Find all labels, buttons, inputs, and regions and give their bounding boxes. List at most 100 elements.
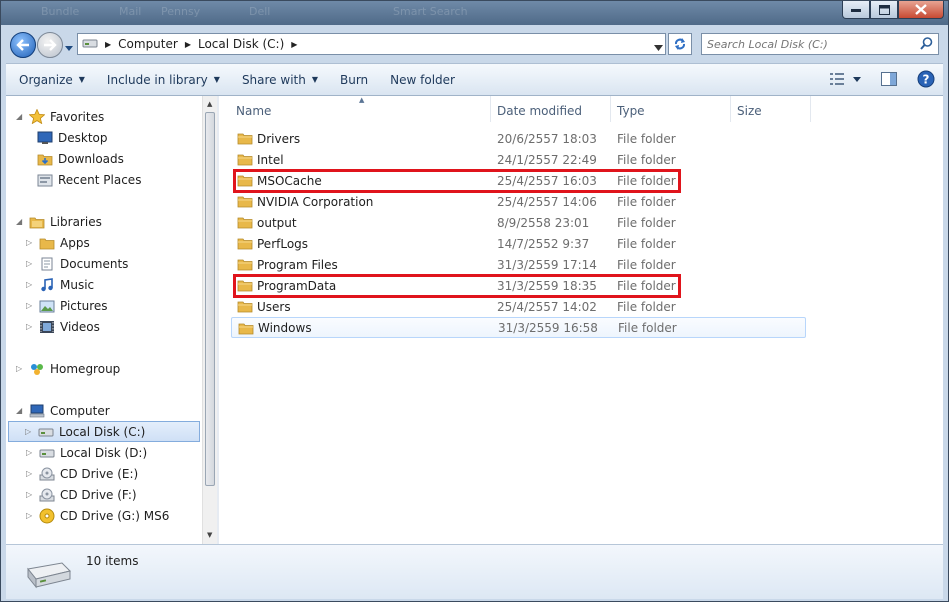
file-row[interactable]: Drivers 20/6/2557 18:03 File folder bbox=[231, 128, 806, 149]
file-type: File folder bbox=[617, 194, 676, 209]
nav-item-pictures[interactable]: ▷ Pictures bbox=[26, 295, 108, 316]
expand-arrow-icon[interactable]: ▷ bbox=[26, 511, 36, 520]
view-options-dropdown[interactable] bbox=[853, 76, 861, 82]
scroll-up-arrow-icon[interactable]: ▲ bbox=[207, 100, 212, 108]
expand-arrow-icon[interactable]: ▷ bbox=[26, 301, 36, 310]
column-header-size[interactable]: Size bbox=[737, 100, 762, 122]
nav-item-cd-drive-f[interactable]: ▷ CD Drive (F:) bbox=[26, 484, 137, 505]
file-row[interactable]: Windows 31/3/2559 16:58 File folder bbox=[231, 317, 806, 338]
file-row[interactable]: PerfLogs 14/7/2552 9:37 File folder bbox=[231, 233, 806, 254]
column-header-date-modified[interactable]: Date modified bbox=[497, 100, 582, 122]
column-divider[interactable] bbox=[610, 96, 611, 122]
column-divider[interactable] bbox=[490, 96, 491, 122]
collapse-arrow-icon[interactable]: ◢ bbox=[16, 112, 26, 121]
folder-icon bbox=[237, 278, 253, 295]
file-date-modified: 31/3/2559 17:14 bbox=[497, 257, 597, 272]
close-button[interactable] bbox=[898, 1, 944, 19]
change-view-button[interactable] bbox=[829, 72, 845, 86]
file-list: ▲ Name Date modified Type Size Drivers 20… bbox=[231, 96, 943, 544]
nav-item-apps[interactable]: ▷ Apps bbox=[26, 232, 90, 253]
search-box[interactable] bbox=[701, 33, 939, 55]
pictures-icon bbox=[38, 298, 56, 314]
file-row[interactable]: MSOCache 25/4/2557 16:03 File folder bbox=[231, 170, 806, 191]
refresh-button[interactable] bbox=[668, 33, 692, 55]
search-input[interactable] bbox=[702, 34, 902, 54]
expand-arrow-icon[interactable]: ▷ bbox=[16, 364, 26, 373]
file-row[interactable]: NVIDIA Corporation 25/4/2557 14:06 File fo… bbox=[231, 191, 806, 212]
scroll-down-arrow-icon[interactable]: ▼ bbox=[207, 531, 212, 539]
breadcrumb-arrow-icon[interactable]: ▶ bbox=[185, 40, 191, 49]
collapse-arrow-icon[interactable]: ◢ bbox=[16, 217, 26, 226]
forward-button[interactable] bbox=[37, 32, 63, 58]
nav-computer[interactable]: ◢ Computer bbox=[16, 400, 110, 421]
column-divider[interactable] bbox=[810, 96, 811, 122]
nav-item-label: Pictures bbox=[60, 298, 108, 313]
nav-item-documents[interactable]: ▷ Documents bbox=[26, 253, 128, 274]
file-name: Program Files bbox=[257, 257, 338, 272]
expand-arrow-icon[interactable]: ▷ bbox=[26, 448, 36, 457]
expand-arrow-icon[interactable]: ▷ bbox=[25, 427, 35, 436]
expand-arrow-icon[interactable]: ▷ bbox=[26, 469, 36, 478]
address-bar[interactable]: ▶ Computer ▶ Local Disk (C:) ▶ bbox=[77, 33, 666, 55]
nav-item-cd-drive-e[interactable]: ▷ CD Drive (E:) bbox=[26, 463, 138, 484]
share-with-menu[interactable]: Share with ▼ bbox=[233, 69, 327, 91]
new-folder-button[interactable]: New folder bbox=[381, 69, 464, 91]
file-row[interactable]: output 8/9/2558 23:01 File folder bbox=[231, 212, 806, 233]
back-arrow-icon bbox=[16, 39, 29, 51]
file-row[interactable]: ProgramData 31/3/2559 18:35 File folder bbox=[231, 275, 806, 296]
nav-item-label: Recent Places bbox=[58, 172, 142, 187]
drive-icon bbox=[38, 445, 56, 461]
nav-item-local-disk-c[interactable]: ▷ Local Disk (C:) bbox=[8, 421, 200, 442]
maximize-button[interactable] bbox=[870, 1, 898, 19]
nav-item-label: Documents bbox=[60, 256, 129, 271]
breadcrumb-arrow-icon[interactable]: ▶ bbox=[105, 40, 111, 49]
nav-item-music[interactable]: ▷ Music bbox=[26, 274, 94, 295]
address-history-dropdown[interactable] bbox=[654, 40, 663, 54]
chevron-down-icon: ▼ bbox=[311, 75, 318, 84]
nav-item-cd-drive-g[interactable]: ▷ CD Drive (G:) MS6 bbox=[26, 505, 169, 526]
breadcrumb-computer[interactable]: Computer bbox=[118, 37, 178, 51]
title-ghost-item: Bundle bbox=[41, 5, 80, 18]
burn-button[interactable]: Burn bbox=[331, 69, 377, 91]
file-type: File folder bbox=[617, 236, 676, 251]
nav-libraries[interactable]: ◢ Libraries bbox=[16, 211, 102, 232]
column-header-name[interactable]: Name bbox=[236, 100, 271, 122]
nav-item-local-disk-d[interactable]: ▷ Local Disk (D:) bbox=[26, 442, 147, 463]
organize-menu[interactable]: Organize ▼ bbox=[10, 69, 94, 91]
expand-arrow-icon[interactable]: ▷ bbox=[26, 280, 36, 289]
scrollbar-thumb[interactable] bbox=[205, 112, 215, 486]
expand-arrow-icon[interactable]: ▷ bbox=[26, 238, 36, 247]
preview-pane-button[interactable] bbox=[881, 72, 897, 86]
recent-pages-dropdown[interactable] bbox=[65, 40, 73, 54]
nav-scrollbar[interactable]: ▲ ▼ bbox=[202, 96, 217, 544]
nav-homegroup[interactable]: ▷ Homegroup bbox=[16, 358, 120, 379]
nav-homegroup-label: Homegroup bbox=[50, 361, 121, 376]
title-bar[interactable]: Bundle Mail Pennsy Dell Smart Search bbox=[1, 1, 948, 25]
nav-favorites[interactable]: ◢ Favorites bbox=[16, 106, 104, 127]
item-count: 10 items bbox=[86, 554, 139, 568]
expand-arrow-icon[interactable]: ▷ bbox=[26, 259, 36, 268]
cd-drive-icon bbox=[38, 466, 56, 482]
help-button[interactable]: ? bbox=[917, 70, 935, 88]
breadcrumb-local-disk[interactable]: Local Disk (C:) bbox=[198, 37, 284, 51]
expand-arrow-icon[interactable]: ▷ bbox=[26, 322, 36, 331]
recent-places-icon bbox=[36, 172, 54, 188]
collapse-arrow-icon[interactable]: ◢ bbox=[16, 406, 26, 415]
file-row[interactable]: Users 25/4/2557 14:02 File folder bbox=[231, 296, 806, 317]
file-row[interactable]: Program Files 31/3/2559 17:14 File folder bbox=[231, 254, 806, 275]
search-icon[interactable] bbox=[920, 37, 933, 53]
expand-arrow-icon[interactable]: ▷ bbox=[26, 490, 36, 499]
pane-splitter[interactable] bbox=[217, 96, 219, 544]
back-button[interactable] bbox=[10, 32, 36, 58]
minimize-button[interactable] bbox=[842, 1, 870, 19]
nav-item-videos[interactable]: ▷ Videos bbox=[26, 316, 100, 337]
nav-item-desktop[interactable]: Desktop bbox=[36, 127, 108, 148]
nav-item-recent-places[interactable]: Recent Places bbox=[36, 169, 141, 190]
breadcrumb-arrow-icon[interactable]: ▶ bbox=[291, 40, 297, 49]
column-header-type[interactable]: Type bbox=[617, 100, 645, 122]
column-divider[interactable] bbox=[730, 96, 731, 122]
file-row[interactable]: Intel 24/1/2557 22:49 File folder bbox=[231, 149, 806, 170]
nav-item-downloads[interactable]: Downloads bbox=[36, 148, 124, 169]
file-name: output bbox=[257, 215, 297, 230]
include-in-library-menu[interactable]: Include in library ▼ bbox=[98, 69, 229, 91]
